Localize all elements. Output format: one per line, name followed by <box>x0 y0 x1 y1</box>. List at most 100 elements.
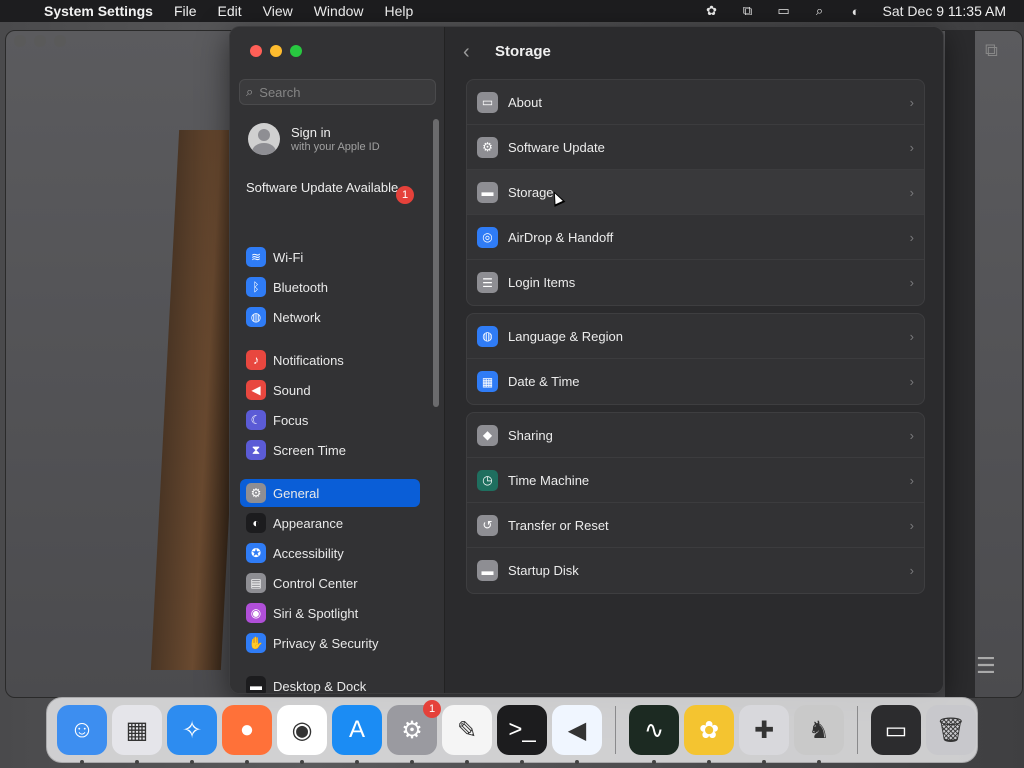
chevron-right-icon: › <box>909 374 914 389</box>
search-input[interactable] <box>259 84 420 100</box>
sidebar-item-label: Bluetooth <box>273 279 328 295</box>
trash-icon[interactable]: 🗑 <box>926 705 976 755</box>
settings-row-software-update[interactable]: ⚙ Software Update › <box>467 125 924 170</box>
running-indicator <box>575 760 579 764</box>
window-tiles-icon[interactable]: ⧉ <box>985 40 1007 62</box>
sidebar-item-network[interactable]: ◍ Network <box>240 303 420 331</box>
disk-icon: ▬ <box>477 181 498 203</box>
zoom-button[interactable] <box>290 45 302 57</box>
sidebar-item-bluetooth[interactable]: ᛒ Bluetooth <box>240 273 420 301</box>
sidebar-item-label: Desktop & Dock <box>273 678 367 694</box>
search-field[interactable]: ⌕ <box>239 79 436 105</box>
sidebar-item-notifications[interactable]: ♪ Notifications <box>240 346 420 374</box>
menu-edit[interactable]: Edit <box>218 3 242 19</box>
sidebar-item-general[interactable]: ⚙ General <box>240 479 420 507</box>
textedit-icon[interactable]: ✎ <box>442 705 492 764</box>
chrome-icon[interactable]: ◉ <box>277 705 327 764</box>
sidebar-item-label: Wi-Fi <box>273 249 304 265</box>
chess-icon[interactable]: ♞ <box>794 705 844 764</box>
close-button[interactable] <box>250 45 262 57</box>
sidebar-item-focus[interactable]: ☾ Focus <box>240 406 420 434</box>
settings-row-transfer-or-reset[interactable]: ↺ Transfer or Reset › <box>467 503 924 548</box>
settings-row-about[interactable]: ▭ About › <box>467 80 924 125</box>
window-controls <box>250 45 302 57</box>
bluetooth-icon: ᛒ <box>246 277 266 297</box>
sidebar-item-label: Appearance <box>273 515 344 531</box>
settings-row-airdrop-and-handoff[interactable]: ◎ AirDrop & Handoff › <box>467 215 924 260</box>
sidebar-item-control-center[interactable]: ▤ Control Center <box>240 569 420 597</box>
app-store-icon[interactable]: A <box>332 705 382 764</box>
safari-icon[interactable]: ✧ <box>167 705 217 764</box>
time-machine-icon: ◷ <box>477 469 498 491</box>
screen-share-icon[interactable]: ⧉ <box>739 3 757 19</box>
menu-file[interactable]: File <box>174 3 197 19</box>
control-center-icon[interactable]: ◐ <box>847 4 865 19</box>
minimize-button[interactable] <box>270 45 282 57</box>
settings-row-label: Software Update <box>508 139 605 155</box>
settings-row-startup-disk[interactable]: ▬ Startup Disk › <box>467 548 924 593</box>
terminal-icon[interactable]: >_ <box>497 705 547 764</box>
menu-app-name[interactable]: System Settings <box>44 3 153 19</box>
menu-window[interactable]: Window <box>314 3 364 19</box>
firefox-icon[interactable]: ● <box>222 705 272 764</box>
running-indicator <box>762 760 766 764</box>
moon-icon: ☾ <box>246 410 266 430</box>
sidebar: ⌕ Sign in with your Apple ID Software Up… <box>230 27 445 694</box>
spotlight-search-icon[interactable]: ⌕ <box>811 3 829 19</box>
sidebar-item-siri-and-spotlight[interactable]: ◉ Siri & Spotlight <box>240 599 420 627</box>
settings-row-login-items[interactable]: ☰ Login Items › <box>467 260 924 305</box>
chevron-right-icon: › <box>909 229 914 245</box>
chevron-right-icon: › <box>909 328 914 344</box>
sidebar-scrollbar[interactable] <box>433 119 439 407</box>
sidebar-item-accessibility[interactable]: ✪ Accessibility <box>240 539 420 567</box>
back-button[interactable]: ‹ <box>463 41 470 64</box>
disk-utility-icon[interactable]: ✚ <box>739 705 789 764</box>
hand-icon: ✋ <box>246 633 266 653</box>
search-icon: ⌕ <box>246 84 254 99</box>
finder-icon[interactable]: ☺ <box>57 705 107 764</box>
display-icon[interactable]: ▭ <box>775 3 793 19</box>
bee-status-icon[interactable]: ✿ <box>703 3 721 19</box>
dock-badge: 1 <box>423 700 441 718</box>
launchpad-icon[interactable]: ▦ <box>112 705 162 764</box>
sharing-icon: ◆ <box>477 424 498 446</box>
menu-clock[interactable]: Sat Dec 9 11:35 AM <box>883 3 1006 19</box>
software-update-available[interactable]: Software Update Available <box>246 180 421 196</box>
settings-row-time-machine[interactable]: ◷ Time Machine › <box>467 458 924 503</box>
settings-row-date-and-time[interactable]: ▦ Date & Time › <box>467 359 924 404</box>
settings-row-language-and-region[interactable]: ◍ Language & Region › <box>467 314 924 359</box>
sidebar-item-desktop-and-dock[interactable]: ▬ Desktop & Dock <box>240 672 420 694</box>
menu-view[interactable]: View <box>263 3 293 19</box>
settings-row-label: Sharing <box>508 427 553 443</box>
system-settings-icon[interactable]: ⚙ 1 <box>387 700 441 764</box>
menu-help[interactable]: Help <box>385 3 414 19</box>
chevron-right-icon: › <box>909 275 914 290</box>
apple-id-signin[interactable]: Sign in with your Apple ID <box>248 123 380 155</box>
control-center-icon: ▤ <box>246 573 266 593</box>
accessibility-icon: ✪ <box>246 543 266 563</box>
system-settings-window: ⌕ Sign in with your Apple ID Software Up… <box>229 26 944 694</box>
laptop-icon: ▭ <box>477 91 498 113</box>
settings-row-sharing[interactable]: ◆ Sharing › <box>467 413 924 458</box>
running-indicator <box>135 760 139 764</box>
dock-separator <box>615 706 616 754</box>
sidebar-item-wi-fi[interactable]: ≋ Wi-Fi <box>240 243 420 271</box>
sidebar-item-appearance[interactable]: ◐ Appearance <box>240 509 420 537</box>
running-indicator <box>190 760 194 764</box>
running-indicator <box>410 760 414 764</box>
settings-row-storage[interactable]: ▬ Storage › <box>467 170 924 215</box>
bee-app-icon[interactable]: ✿ <box>684 705 734 764</box>
bg-minimize-dot <box>34 35 46 47</box>
gear-icon: ⚙ <box>246 483 266 503</box>
sidebar-item-screen-time[interactable]: ⧗ Screen Time <box>240 436 420 464</box>
menu-bar: System Settings File Edit View Window He… <box>0 0 1024 22</box>
sidebar-item-privacy-and-security[interactable]: ✋ Privacy & Security <box>240 629 420 657</box>
bell-icon: ♪ <box>246 350 266 370</box>
chevron-right-icon: › <box>909 563 914 578</box>
vscode-icon[interactable]: ◀ <box>552 705 602 764</box>
sliders-icon[interactable]: ☰ <box>976 653 996 679</box>
chevron-right-icon: › <box>909 517 914 533</box>
activity-monitor-icon[interactable]: ∿ <box>629 705 679 764</box>
screen-window-icon[interactable]: ▭ <box>871 705 921 755</box>
sidebar-item-sound[interactable]: ◀ Sound <box>240 376 420 404</box>
